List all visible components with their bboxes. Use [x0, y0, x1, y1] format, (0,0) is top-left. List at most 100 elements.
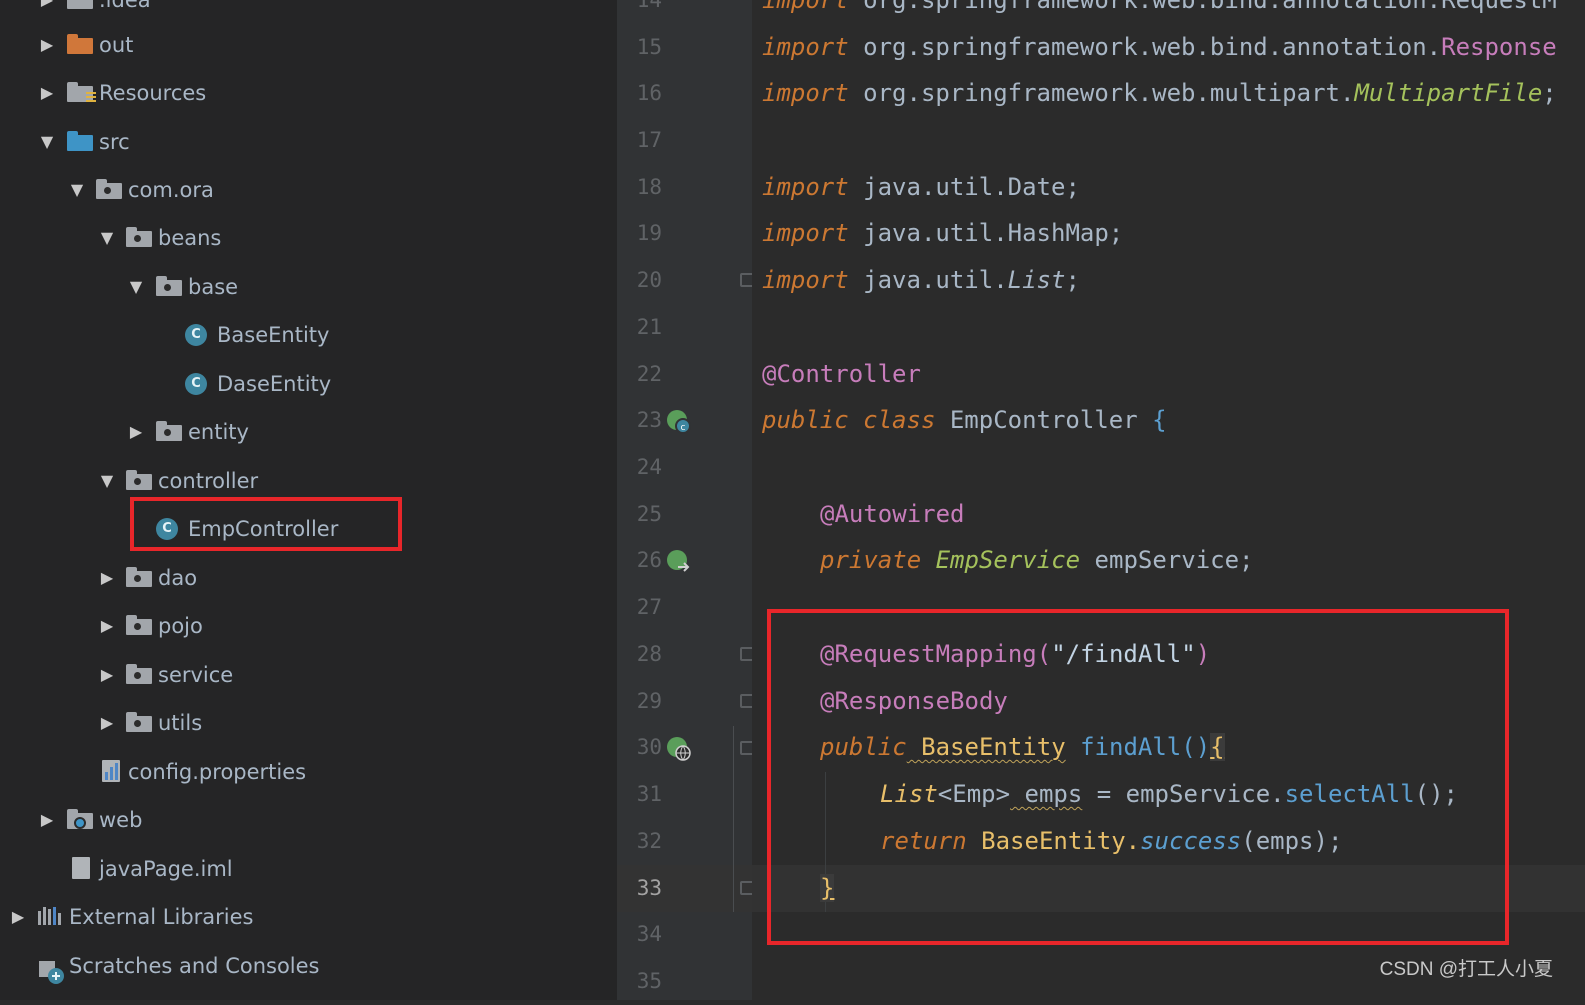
- tree-item-label: javaPage.iml: [99, 857, 233, 881]
- tree-item-label: com.ora: [128, 178, 214, 202]
- package-icon: [156, 276, 182, 296]
- tree-item-base[interactable]: ▼ base: [0, 263, 617, 311]
- class-icon: C: [185, 324, 207, 346]
- package-icon: [126, 615, 152, 635]
- code-text: java.util.HashMap;: [848, 219, 1124, 247]
- tree-item-utils[interactable]: ▶ utils: [0, 699, 617, 747]
- expand-arrow-icon[interactable]: ▶: [98, 699, 116, 747]
- code-line-14: import org.springframework.web.bind.anno…: [762, 0, 1557, 24]
- tree-item-label: config.properties: [128, 760, 307, 784]
- module-file-icon: [72, 857, 90, 879]
- expand-arrow-icon[interactable]: ▶: [9, 893, 27, 941]
- collapse-arrow-icon[interactable]: ▼: [127, 263, 145, 311]
- line-number: 30: [636, 735, 662, 759]
- tree-item-label: utils: [158, 711, 203, 735]
- code-text: ;: [1542, 79, 1557, 107]
- code-text: empService;: [1080, 546, 1254, 574]
- keyword: private: [820, 546, 922, 574]
- tree-item-scratches[interactable]: Scratches and Consoles: [0, 942, 617, 990]
- package-icon: [126, 227, 152, 247]
- line-number: 15: [636, 35, 662, 59]
- keyword: import: [762, 79, 849, 107]
- line-number: 17: [636, 128, 662, 152]
- keyword: import: [762, 266, 849, 294]
- tree-item-config-properties[interactable]: config.properties: [0, 748, 617, 796]
- collapse-arrow-icon[interactable]: ▼: [68, 166, 86, 214]
- tree-item-baseentity[interactable]: C BaseEntity: [0, 311, 617, 359]
- keyword: import: [762, 173, 849, 201]
- tree-item-label: web: [99, 808, 143, 832]
- expand-arrow-icon[interactable]: ▶: [38, 69, 56, 117]
- line-number: 34: [636, 922, 662, 946]
- library-icon: [38, 907, 64, 925]
- line-number: 21: [636, 315, 662, 339]
- watermark: CSDN @打工人小夏: [1379, 959, 1553, 980]
- annotation: @Autowired: [820, 500, 965, 528]
- tree-item-com-ora[interactable]: ▼ com.ora: [0, 166, 617, 214]
- tree-item-label: External Libraries: [69, 905, 254, 929]
- expand-arrow-icon[interactable]: ▶: [98, 651, 116, 699]
- class-ref: Response: [1441, 33, 1557, 61]
- code-line-25: @Autowired: [820, 491, 965, 538]
- code-text: org.springframework.web.multipart.: [848, 79, 1355, 107]
- collapse-arrow-icon[interactable]: ▼: [98, 214, 116, 262]
- tree-item-label: Resources: [99, 81, 207, 105]
- spring-web-endpoint-icon[interactable]: [666, 736, 691, 761]
- line-number: 14: [636, 0, 662, 12]
- tree-item-javapage-iml[interactable]: javaPage.iml: [0, 845, 617, 893]
- package-icon: [126, 664, 152, 684]
- code-line-26: private EmpService empService;: [820, 537, 1254, 584]
- package-icon: [126, 567, 152, 587]
- tree-item-resources[interactable]: ▶ Resources: [0, 69, 617, 117]
- tree-item-label: out: [99, 33, 134, 57]
- keyword: public class: [762, 406, 936, 434]
- folder-icon: [67, 0, 93, 9]
- tree-item-label: entity: [188, 420, 249, 444]
- tree-item-web[interactable]: ▶ web: [0, 796, 617, 844]
- tree-item-daseentity[interactable]: C DaseEntity: [0, 360, 617, 408]
- highlight-box-tree: [130, 497, 402, 551]
- expand-arrow-icon[interactable]: ▶: [38, 796, 56, 844]
- annotation: @Controller: [762, 360, 921, 388]
- spring-bean-class-icon[interactable]: c: [666, 409, 691, 434]
- collapse-arrow-icon[interactable]: ▼: [38, 118, 56, 166]
- expand-arrow-icon[interactable]: ▶: [38, 21, 56, 69]
- tree-item-beans[interactable]: ▼ beans: [0, 214, 617, 262]
- tree-item-pojo[interactable]: ▶ pojo: [0, 602, 617, 650]
- code-line-15: import org.springframework.web.bind.anno…: [762, 24, 1557, 71]
- code-text: org.springframework.web.bind.annotation.…: [848, 0, 1557, 14]
- code-line-18: import java.util.Date;: [762, 164, 1080, 211]
- tree-item-label: base: [188, 275, 239, 299]
- code-line-19: import java.util.HashMap;: [762, 210, 1123, 257]
- tree-item-out[interactable]: ▶ out: [0, 21, 617, 69]
- line-number: 20: [636, 268, 662, 292]
- tree-item-service[interactable]: ▶ service: [0, 651, 617, 699]
- tree-item-label: BaseEntity: [217, 323, 330, 347]
- package-icon: [126, 470, 152, 490]
- line-number: 23: [636, 408, 662, 432]
- line-number: 29: [636, 689, 662, 713]
- spring-autowired-icon[interactable]: [666, 549, 690, 573]
- expand-arrow-icon[interactable]: ▶: [98, 602, 116, 650]
- line-number: 22: [636, 362, 662, 386]
- keyword: import: [762, 33, 849, 61]
- scratches-icon: [38, 954, 66, 984]
- class-ref: List: [1007, 266, 1066, 294]
- tree-item-dao[interactable]: ▶ dao: [0, 554, 617, 602]
- code-line-20: import java.util.List;: [762, 257, 1080, 304]
- tree-item-entity[interactable]: ▶ entity: [0, 408, 617, 456]
- expand-arrow-icon[interactable]: ▶: [98, 554, 116, 602]
- tree-item-label: src: [99, 130, 130, 154]
- tree-item-src[interactable]: ▼ src: [0, 118, 617, 166]
- class-ref: MultipartFile: [1354, 79, 1543, 107]
- expand-arrow-icon[interactable]: ▶: [127, 408, 145, 456]
- code-text: java.util.Date;: [848, 173, 1080, 201]
- tree-item-external-libraries[interactable]: ▶ External Libraries: [0, 893, 617, 941]
- class-icon: C: [185, 373, 207, 395]
- line-number: 26: [636, 548, 662, 572]
- type-ref: EmpService: [921, 546, 1081, 574]
- collapse-arrow-icon[interactable]: ▼: [98, 457, 116, 505]
- code-line-22: @Controller: [762, 351, 921, 398]
- tree-item-label: DaseEntity: [217, 372, 332, 396]
- line-number: 25: [636, 502, 662, 526]
